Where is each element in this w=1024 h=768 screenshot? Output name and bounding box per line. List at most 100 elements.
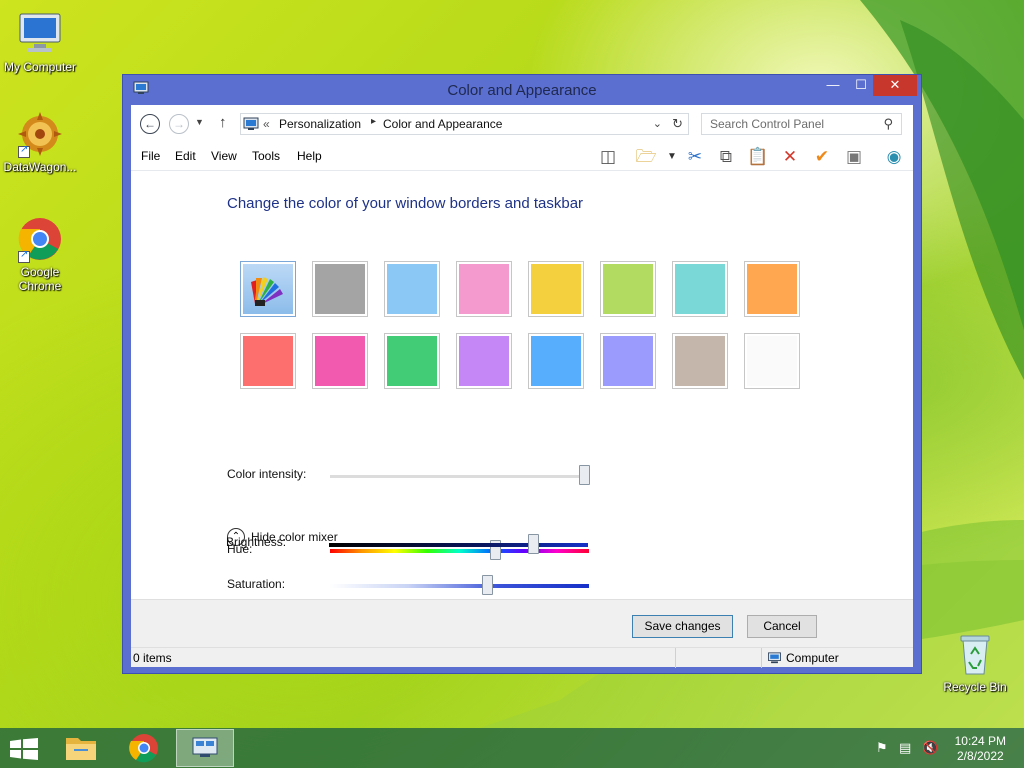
refresh-icon[interactable]: ↻: [672, 116, 683, 132]
status-location: Computer: [767, 651, 839, 665]
pane-toggle-icon[interactable]: ◫: [597, 146, 619, 168]
saturation-thumb[interactable]: [482, 575, 494, 595]
window-client: ← → ▼ ↑ « Personalization ▸ Color and Ap…: [131, 105, 913, 668]
chrome-icon: [16, 215, 64, 263]
color-swatch[interactable]: [744, 261, 800, 317]
desktop-icon-label: My Computer: [3, 60, 77, 74]
taskbar: ⚑ ▤ 🔇 10:24 PM 2/8/2022: [0, 728, 1024, 768]
status-location-label: Computer: [786, 651, 839, 665]
color-swatch[interactable]: [600, 261, 656, 317]
color-intensity-thumb[interactable]: [578, 465, 590, 485]
folder-icon: [66, 738, 96, 760]
menu-edit[interactable]: Edit: [175, 149, 196, 163]
paste-icon[interactable]: 📋: [747, 146, 769, 168]
saturation-slider[interactable]: [330, 584, 589, 588]
copy-icon[interactable]: ⧉: [715, 146, 737, 168]
control-panel-icon: [243, 117, 259, 130]
close-button[interactable]: ✕: [873, 75, 917, 96]
save-changes-button[interactable]: Save changes: [632, 615, 733, 638]
search-box[interactable]: ⚲: [701, 113, 902, 135]
network-icon[interactable]: ▤: [899, 740, 911, 756]
swatch-fill: [459, 336, 509, 386]
back-button[interactable]: ←: [140, 114, 160, 134]
color-swatch-automatic[interactable]: [240, 261, 296, 317]
breadcrumb-color-appearance[interactable]: Color and Appearance: [383, 117, 502, 131]
delete-icon[interactable]: ✕: [779, 146, 801, 168]
desktop-icon-my-computer[interactable]: My Computer: [0, 10, 80, 74]
shortcut-arrow-icon: [18, 144, 30, 158]
address-bar[interactable]: « Personalization ▸ Color and Appearance…: [240, 113, 689, 135]
menu-view[interactable]: View: [211, 149, 237, 163]
swatch-fill: [387, 264, 437, 314]
menu-file[interactable]: File: [141, 149, 160, 163]
title-bar[interactable]: Color and Appearance — ☐ ✕: [123, 75, 921, 105]
clock-date: 2/8/2022: [956, 749, 1004, 763]
properties-icon[interactable]: ▣: [843, 146, 865, 168]
swatch-fill: [531, 264, 581, 314]
chevron-right-icon[interactable]: ▸: [371, 116, 376, 127]
search-icon[interactable]: ⚲: [883, 116, 893, 132]
color-swatch[interactable]: [384, 261, 440, 317]
swatch-fill: [747, 336, 797, 386]
action-center-flag-icon[interactable]: ⚑: [876, 740, 888, 756]
brightness-thumb[interactable]: [528, 534, 540, 554]
swatch-fill: [243, 264, 293, 314]
swatch-fill: [387, 336, 437, 386]
desktop-icon-label: Google Chrome: [18, 265, 62, 293]
breadcrumb-personalization[interactable]: Personalization: [279, 117, 361, 131]
cut-icon[interactable]: ✂: [684, 146, 706, 168]
taskbar-chrome[interactable]: [115, 729, 173, 767]
color-swatch[interactable]: [312, 333, 368, 389]
menu-help[interactable]: Help: [297, 149, 322, 163]
color-swatch[interactable]: [456, 261, 512, 317]
cancel-button[interactable]: Cancel: [747, 615, 817, 638]
color-swatch[interactable]: [672, 333, 728, 389]
brightness-slider[interactable]: [329, 543, 588, 547]
swatch-fill: [603, 336, 653, 386]
taskbar-clock[interactable]: 10:24 PM 2/8/2022: [955, 734, 1006, 764]
maximize-button[interactable]: ☐: [847, 75, 875, 96]
taskbar-control-panel[interactable]: [176, 729, 234, 767]
desktop-icon-datawagon[interactable]: DataWagon...: [0, 110, 80, 174]
globe-icon[interactable]: ◉: [883, 146, 905, 168]
color-swatch[interactable]: [456, 333, 512, 389]
color-swatch[interactable]: [528, 261, 584, 317]
forward-button[interactable]: →: [169, 114, 189, 134]
my-computer-icon: [16, 10, 64, 58]
swatch-fill: [675, 336, 725, 386]
hue-slider[interactable]: [330, 549, 589, 553]
desktop-icon-label: Recycle Bin: [943, 680, 1007, 694]
menu-tools[interactable]: Tools: [252, 149, 280, 163]
folder-check-icon[interactable]: 🗁: [635, 146, 657, 168]
color-intensity-label: Color intensity:: [227, 467, 307, 481]
color-swatch[interactable]: [528, 333, 584, 389]
minimize-button[interactable]: —: [819, 75, 847, 96]
desktop-icon-google-chrome[interactable]: Google Chrome: [0, 215, 80, 293]
status-divider: [761, 648, 762, 668]
swatch-fill: [747, 264, 797, 314]
datawagon-icon: [16, 110, 64, 158]
swatch-fill: [603, 264, 653, 314]
color-swatch[interactable]: [744, 333, 800, 389]
breadcrumb-overflow[interactable]: «: [263, 117, 270, 131]
check-icon[interactable]: ✔: [811, 146, 833, 168]
chrome-icon: [129, 734, 158, 763]
color-swatch[interactable]: [600, 333, 656, 389]
volume-muted-icon[interactable]: 🔇: [922, 740, 938, 756]
color-swatch[interactable]: [312, 261, 368, 317]
color-intensity-slider[interactable]: [330, 475, 589, 478]
search-input[interactable]: [702, 114, 872, 134]
navigation-bar: ← → ▼ ↑ « Personalization ▸ Color and Ap…: [131, 105, 913, 141]
recent-locations-button[interactable]: ▼: [195, 117, 204, 127]
windows-start-icon[interactable]: [10, 738, 38, 760]
swatch-fill: [315, 264, 365, 314]
swatch-fill: [315, 336, 365, 386]
chevron-down-icon[interactable]: ▼: [661, 146, 683, 168]
up-button[interactable]: ↑: [219, 114, 227, 131]
chevron-down-icon[interactable]: ⌄: [653, 117, 662, 130]
color-swatch[interactable]: [384, 333, 440, 389]
color-swatch[interactable]: [240, 333, 296, 389]
color-swatch[interactable]: [672, 261, 728, 317]
desktop-icon-recycle-bin[interactable]: Recycle Bin: [935, 630, 1015, 694]
taskbar-file-explorer[interactable]: [52, 729, 110, 767]
